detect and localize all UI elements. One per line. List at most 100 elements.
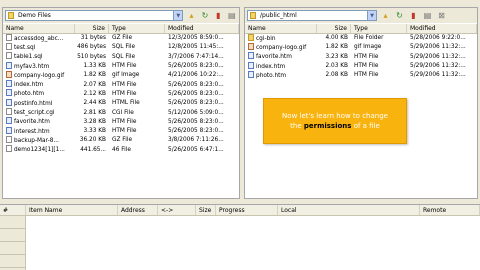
queue-side-tab[interactable] bbox=[0, 216, 25, 229]
refresh-icon[interactable]: ↻ bbox=[200, 10, 210, 21]
remote-path-dropdown[interactable]: /public_html ▼ bbox=[247, 10, 377, 21]
folder-up-icon[interactable]: ▴ bbox=[186, 10, 196, 21]
remote-file-row[interactable]: cgi-bin 4.00 KB File Folder 5/28/2006 9:22:… bbox=[245, 33, 477, 43]
file-modified: 5/29/2006 11:32:... bbox=[410, 72, 466, 79]
queue-side-tab[interactable] bbox=[0, 255, 25, 268]
html-icon bbox=[6, 126, 12, 134]
file-modified: 5/26/2005 8:23:0... bbox=[168, 63, 224, 70]
disconnect-icon[interactable]: ⊠ bbox=[436, 10, 447, 21]
column-type[interactable]: Type bbox=[351, 24, 407, 33]
file-type: SQL File bbox=[112, 53, 136, 60]
file-name-text: accessdog_abc... bbox=[14, 35, 64, 42]
file-type: SQL File bbox=[112, 44, 136, 51]
local-file-row[interactable]: favorite.htm 3.28 KB HTM File 5/26/2005 8:2… bbox=[3, 117, 239, 127]
file-icon bbox=[6, 42, 12, 50]
file-icon bbox=[6, 52, 12, 60]
column-name[interactable]: Name bbox=[245, 24, 317, 33]
local-file-row[interactable]: interest.htm 3.33 KB HTM File 5/26/2005 8:2… bbox=[3, 126, 239, 136]
delete-icon[interactable]: ▮ bbox=[213, 10, 223, 21]
local-file-row[interactable]: myfav3.htm 1.33 KB HTM File 5/26/2005 8:23:… bbox=[3, 61, 239, 71]
local-file-row[interactable]: backup-Mar-8... 36.20 KB GZ File 3/8/2006 7… bbox=[3, 135, 239, 145]
local-file-pane: Demo Files ▼ ▴ ↻ ▮ ▤ Name Size Type Modi… bbox=[2, 7, 240, 199]
column-size[interactable]: Size bbox=[317, 24, 351, 33]
column-modified[interactable]: Modified bbox=[407, 24, 477, 33]
file-type: HTM File bbox=[354, 53, 379, 60]
file-size: 510 bytes bbox=[77, 53, 106, 60]
delete-icon[interactable]: ▮ bbox=[408, 10, 419, 21]
remote-list-header: Name Size Type Modified bbox=[245, 24, 477, 34]
file-modified: 5/28/2006 9:22:0... bbox=[410, 35, 466, 42]
local-file-row[interactable]: index.htm 2.07 KB HTM File 5/26/2005 8:23:0… bbox=[3, 80, 239, 89]
file-modified: 3/8/2006 7:11:26... bbox=[168, 137, 224, 144]
column-modified[interactable]: Modified bbox=[165, 24, 239, 33]
queue-col-number[interactable]: # bbox=[0, 205, 26, 215]
folder-up-icon[interactable]: ▴ bbox=[380, 10, 391, 21]
local-file-row[interactable]: test.sql 486 bytes SQL File 12/8/2005 11:45… bbox=[3, 42, 239, 52]
chevron-down-icon[interactable]: ▼ bbox=[367, 11, 376, 20]
queue-col-item-name[interactable]: Item Name bbox=[26, 205, 118, 215]
file-modified: 5/26/2005 8:23:0... bbox=[168, 90, 224, 97]
queue-col-local[interactable]: Local bbox=[278, 205, 420, 215]
file-name-text: postinfo.html bbox=[14, 100, 53, 107]
local-file-row[interactable]: accessdog_abc... 31 bytes GZ File 12/3/2005… bbox=[3, 33, 239, 43]
image-icon bbox=[248, 42, 254, 50]
file-name-text: table1.sql bbox=[14, 54, 43, 61]
file-modified: 5/26/2005 6:47:1... bbox=[168, 146, 224, 153]
file-type: HTM File bbox=[112, 81, 137, 88]
queue-col-remote[interactable]: Remote bbox=[420, 205, 480, 215]
file-type: HTM File bbox=[112, 128, 137, 135]
chevron-down-icon[interactable]: ▼ bbox=[173, 11, 183, 20]
file-type: HTM File bbox=[354, 72, 379, 79]
column-name[interactable]: Name bbox=[3, 24, 75, 33]
file-type: File Folder bbox=[354, 35, 384, 42]
file-icon bbox=[6, 108, 12, 116]
remote-file-row[interactable]: company-logo.gif 1.82 KB gif Image 5/29/200… bbox=[245, 42, 477, 52]
remote-file-row[interactable]: index.htm 2.03 KB HTM File 5/29/2006 11:32:… bbox=[245, 61, 477, 71]
properties-icon[interactable]: ▤ bbox=[422, 10, 433, 21]
file-icon bbox=[6, 33, 12, 41]
file-name-text: interest.htm bbox=[14, 128, 50, 135]
file-size: 2.07 KB bbox=[83, 81, 106, 88]
properties-icon[interactable]: ▤ bbox=[227, 10, 237, 21]
file-type: gif Image bbox=[354, 44, 382, 51]
file-type: gif Image bbox=[112, 72, 140, 79]
html-icon bbox=[6, 61, 12, 69]
transfer-queue: # Item Name Address <-> Size Progress Lo… bbox=[0, 204, 480, 270]
queue-col-address[interactable]: Address bbox=[118, 205, 158, 215]
file-name-text: index.htm bbox=[256, 63, 286, 70]
file-modified: 5/26/2005 8:23:0... bbox=[168, 118, 224, 125]
html-icon bbox=[6, 98, 12, 106]
callout-text-bold: permissions bbox=[303, 122, 352, 130]
local-file-row[interactable]: demo1234[1][1... 441.65... 46 File 5/26/200… bbox=[3, 145, 239, 155]
queue-list[interactable] bbox=[26, 216, 480, 270]
queue-col-progress[interactable]: Progress bbox=[216, 205, 278, 215]
file-size: 3.28 KB bbox=[83, 118, 106, 125]
local-path-dropdown[interactable]: Demo Files ▼ bbox=[5, 10, 184, 21]
column-type[interactable]: Type bbox=[109, 24, 165, 33]
folder-icon bbox=[250, 12, 256, 19]
file-size: 2.81 KB bbox=[83, 109, 106, 116]
file-type: 46 File bbox=[112, 146, 131, 153]
refresh-icon[interactable]: ↻ bbox=[394, 10, 405, 21]
remote-file-row[interactable]: favorite.htm 3.23 KB HTM File 5/29/2006 11:… bbox=[245, 52, 477, 62]
file-modified: 5/26/2005 8:23:0... bbox=[168, 100, 224, 107]
queue-side-tab[interactable] bbox=[0, 242, 25, 255]
local-file-row[interactable]: table1.sql 510 bytes SQL File 3/7/2006 7:47… bbox=[3, 52, 239, 62]
folder-icon bbox=[248, 33, 254, 41]
queue-col-direction[interactable]: <-> bbox=[158, 205, 196, 215]
html-icon bbox=[248, 70, 254, 78]
local-file-row[interactable]: company-logo.gif 1.82 KB gif Image 4/21/200… bbox=[3, 70, 239, 80]
queue-col-size[interactable]: Size bbox=[196, 205, 216, 215]
local-list-header: Name Size Type Modified bbox=[3, 24, 239, 34]
local-file-row[interactable]: photo.htm 2.12 KB HTM File 5/26/2005 8:23:0… bbox=[3, 89, 239, 99]
file-modified: 5/29/2006 11:32:... bbox=[410, 63, 466, 70]
file-type: HTM File bbox=[112, 90, 137, 97]
file-name-text: company-logo.gif bbox=[256, 44, 307, 51]
queue-side-tab[interactable] bbox=[0, 229, 25, 242]
remote-file-row[interactable]: photo.htm 2.08 KB HTM File 5/29/2006 11:32:… bbox=[245, 70, 477, 80]
queue-body bbox=[0, 216, 480, 270]
file-size: 1.33 KB bbox=[83, 63, 106, 70]
local-file-row[interactable]: test_script.cgi 2.81 KB CGI File 5/12/2006 … bbox=[3, 108, 239, 117]
column-size[interactable]: Size bbox=[75, 24, 109, 33]
local-file-row[interactable]: postinfo.html 2.44 KB HTML File 5/26/2005 8… bbox=[3, 98, 239, 108]
